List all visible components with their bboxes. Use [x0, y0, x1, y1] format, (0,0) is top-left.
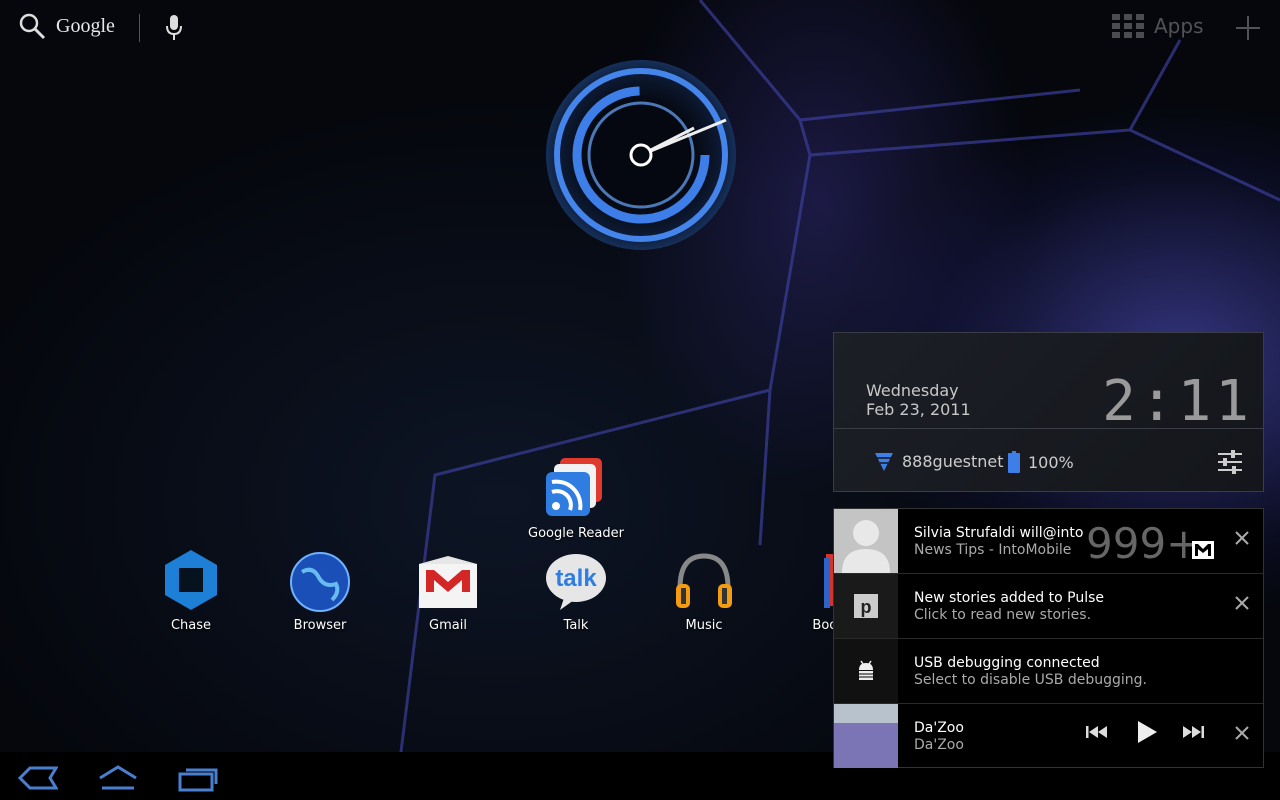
home-icon[interactable] — [96, 764, 140, 792]
app-browser[interactable]: Browser — [265, 548, 375, 633]
svg-text:talk: talk — [555, 565, 597, 592]
dismiss-icon[interactable] — [1235, 531, 1249, 545]
app-label: Gmail — [429, 618, 467, 633]
pulse-icon: p — [854, 594, 878, 618]
battery-status[interactable]: 100% — [1008, 451, 1074, 473]
analog-clock-widget[interactable] — [544, 58, 738, 252]
previous-track-icon[interactable] — [1086, 724, 1108, 740]
wifi-icon — [875, 453, 893, 471]
notification-title: New stories added to Pulse — [914, 590, 1105, 606]
next-track-icon[interactable] — [1182, 724, 1204, 740]
headphones-icon — [676, 553, 732, 608]
notification-title: Silvia Strufaldi will@into — [914, 525, 1084, 541]
gmail-small-icon — [1192, 541, 1214, 559]
android-debug-icon — [859, 660, 873, 680]
apps-button[interactable]: Apps — [1112, 14, 1204, 38]
microphone-icon[interactable] — [164, 14, 184, 42]
notification-pulse[interactable]: p New stories added to Pulse Click to re… — [834, 574, 1263, 639]
settings-sliders-icon[interactable] — [1217, 449, 1243, 475]
status-time: 2:11 — [1102, 369, 1253, 434]
notification-status-card: Wednesday Feb 23, 2011 2:11 888guestnet … — [833, 332, 1264, 492]
app-google-reader[interactable]: Google Reader — [521, 456, 631, 541]
notification-subtitle: Select to disable USB debugging. — [914, 672, 1147, 688]
status-day: Wednesday — [866, 381, 959, 400]
google-reader-icon — [546, 458, 602, 516]
search-label: Google — [56, 14, 115, 37]
wifi-status[interactable]: 888guestnet — [874, 451, 1004, 471]
google-search-bar[interactable]: Google — [18, 12, 115, 40]
talk-icon: talk — [546, 554, 606, 610]
search-divider — [139, 14, 140, 42]
app-label: Chase — [170, 618, 212, 633]
battery-level: 100% — [1028, 452, 1074, 472]
add-widget-icon[interactable] — [1234, 14, 1262, 42]
play-icon[interactable] — [1136, 720, 1158, 744]
recent-apps-icon[interactable] — [176, 764, 220, 792]
app-label: Talk — [563, 618, 589, 633]
app-chase[interactable]: Chase — [136, 548, 246, 633]
svg-text:p: p — [861, 597, 872, 617]
dismiss-icon[interactable] — [1235, 596, 1249, 610]
app-talk[interactable]: talk Talk — [521, 548, 631, 633]
search-icon — [19, 13, 46, 40]
app-gmail[interactable]: Gmail — [393, 548, 503, 633]
track-artist: Da'Zoo — [914, 737, 964, 753]
contact-avatar — [834, 509, 898, 573]
notification-music-player[interactable]: Da'Zoo Da'Zoo — [834, 704, 1263, 768]
status-divider — [834, 428, 1263, 429]
app-music[interactable]: Music — [649, 548, 759, 633]
status-date: Feb 23, 2011 — [866, 400, 971, 419]
apps-label: Apps — [1154, 14, 1204, 38]
gmail-icon — [419, 556, 477, 608]
notification-subtitle: News Tips - IntoMobile — [914, 542, 1072, 558]
chase-icon — [165, 550, 217, 610]
app-label: Google Reader — [528, 526, 624, 541]
notification-list: Silvia Strufaldi will@into News Tips - I… — [833, 508, 1264, 768]
pulse-thumb: p — [834, 574, 898, 638]
app-label: Browser — [293, 618, 347, 633]
unread-count: 999+ — [1086, 519, 1202, 568]
track-title: Da'Zoo — [914, 720, 964, 736]
wifi-name: 888guestnet — [902, 451, 1004, 471]
notification-subtitle: Click to read new stories. — [914, 607, 1092, 623]
globe-icon — [290, 552, 350, 612]
person-silhouette-icon — [834, 509, 898, 573]
apps-grid-icon — [1112, 14, 1144, 38]
album-art — [834, 704, 898, 768]
battery-icon — [1008, 451, 1020, 473]
notification-usb-debugging[interactable]: USB debugging connected Select to disabl… — [834, 639, 1263, 704]
usb-thumb — [834, 639, 898, 703]
dismiss-icon[interactable] — [1235, 726, 1249, 740]
notification-title: USB debugging connected — [914, 655, 1100, 671]
notification-gmail[interactable]: Silvia Strufaldi will@into News Tips - I… — [834, 509, 1263, 574]
app-label: Music — [685, 618, 723, 633]
back-icon[interactable] — [16, 764, 58, 792]
